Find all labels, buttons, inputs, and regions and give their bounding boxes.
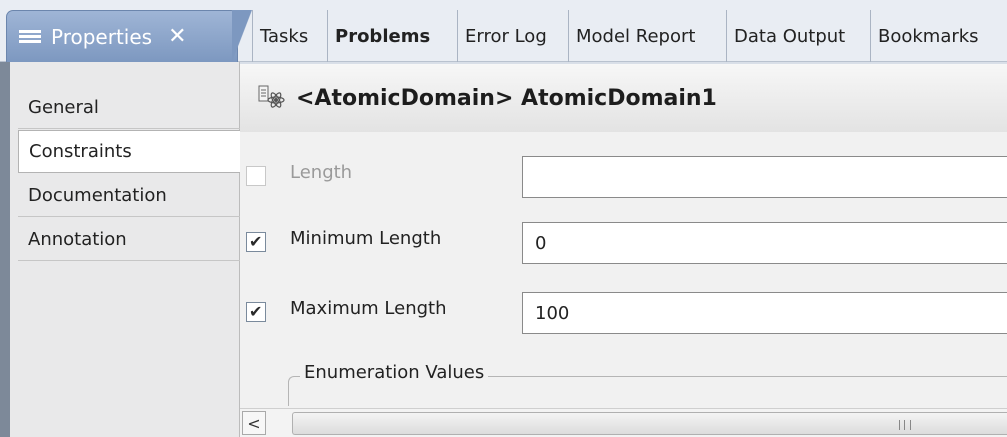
check-icon: ✔	[249, 302, 263, 321]
properties-content: <AtomicDomain> AtomicDomain1 Length ✔ Mi…	[240, 62, 1007, 437]
tab-bookmarks[interactable]: Bookmarks	[870, 10, 986, 62]
maximum-length-row: ✔ Maximum Length 100	[240, 292, 1007, 336]
scroll-left-arrow-icon[interactable]: <	[242, 411, 266, 435]
minimum-length-row: ✔ Minimum Length 0	[240, 222, 1007, 266]
length-label: Length	[290, 162, 353, 183]
atomic-domain-icon	[258, 84, 286, 112]
sidebar-item-general[interactable]: General	[18, 86, 240, 129]
tab-problems[interactable]: Problems	[327, 10, 437, 62]
grip-icon	[899, 420, 911, 430]
minimum-length-label: Minimum Length	[290, 228, 442, 249]
tab-tasks[interactable]: Tasks	[252, 10, 315, 62]
length-field[interactable]	[522, 156, 1007, 198]
horizontal-scrollbar[interactable]: <	[240, 408, 1007, 437]
sidebar-item-constraints[interactable]: Constraints	[18, 130, 244, 173]
view-tab-bar: Properties ✕ Tasks Problems Error Log Mo…	[0, 0, 1007, 62]
tab-properties-label: Properties	[51, 24, 153, 49]
scroll-thumb[interactable]	[292, 412, 1007, 435]
properties-list-icon	[19, 28, 41, 46]
sidebar-edge	[0, 62, 10, 437]
length-row: Length	[240, 156, 1007, 200]
maximum-length-field[interactable]: 100	[522, 292, 1007, 334]
properties-sidebar: General Constraints Documentation Annota…	[0, 62, 244, 437]
tab-error-log[interactable]: Error Log	[457, 10, 554, 62]
tab-properties[interactable]: Properties ✕	[6, 10, 238, 62]
length-checkbox[interactable]	[246, 166, 266, 186]
minimum-length-checkbox[interactable]: ✔	[246, 232, 266, 252]
enumeration-group-label: Enumeration Values	[300, 362, 489, 383]
tab-model-report[interactable]: Model Report	[568, 10, 702, 62]
tab-divider	[232, 10, 252, 62]
maximum-length-checkbox[interactable]: ✔	[246, 302, 266, 322]
close-icon[interactable]: ✕	[168, 24, 186, 49]
check-icon: ✔	[249, 232, 263, 251]
page-title: <AtomicDomain> AtomicDomain1	[296, 85, 717, 111]
sidebar-item-documentation[interactable]: Documentation	[18, 174, 240, 217]
maximum-length-label: Maximum Length	[290, 298, 447, 319]
tab-data-output[interactable]: Data Output	[726, 10, 852, 62]
sidebar-item-annotation[interactable]: Annotation	[18, 218, 240, 261]
minimum-length-field[interactable]: 0	[522, 222, 1007, 264]
section-header: <AtomicDomain> AtomicDomain1	[240, 62, 1007, 132]
